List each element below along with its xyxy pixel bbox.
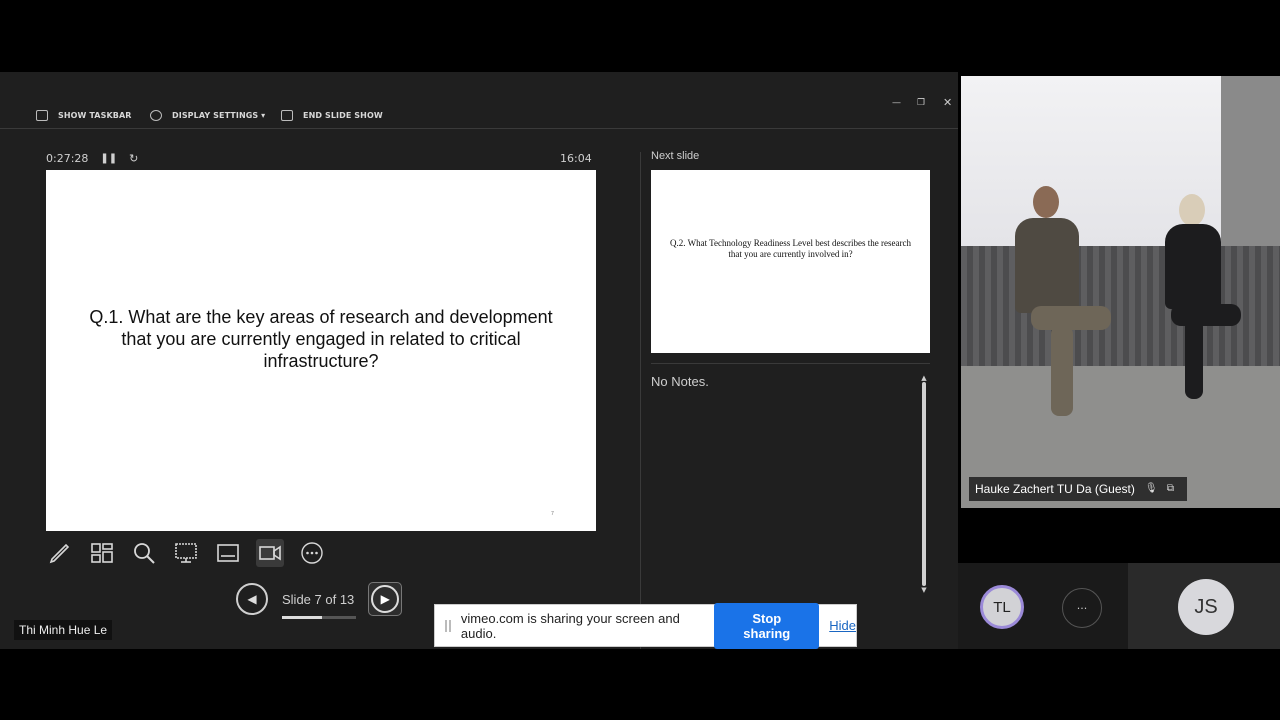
restore-icon[interactable]: ❐	[917, 98, 925, 108]
screen-share-icon: ⧉	[1166, 483, 1174, 494]
elapsed-timer: 0:27:28 ❚❚ ↻	[46, 152, 139, 165]
more-options-icon[interactable]	[298, 539, 326, 567]
scroll-up-icon[interactable]: ▲	[919, 374, 929, 382]
end-slide-show-button[interactable]: END SLIDE SHOW	[281, 108, 383, 122]
scroll-down-icon[interactable]: ▼	[919, 586, 929, 594]
previous-slide-button[interactable]: ◀	[236, 583, 268, 615]
current-slide[interactable]: Q.1. What are the key areas of research …	[46, 170, 596, 531]
slide-progress-fill	[282, 615, 322, 619]
chevron-right-icon: ▶	[380, 592, 390, 606]
presenter-view-window: SHOW TASKBAR DISPLAY SETTINGS ▾ END SLID…	[0, 72, 958, 649]
slide-progress-bar	[282, 615, 356, 619]
current-slide-text: Q.1. What are the key areas of research …	[89, 307, 553, 371]
stop-sharing-button[interactable]: Stop sharing	[714, 602, 820, 649]
notes-scrollbar[interactable]: ▲ ▼	[919, 374, 929, 594]
presenter-toolbar: SHOW TASKBAR DISPLAY SETTINGS ▾ END SLID…	[0, 72, 958, 129]
presenter-tools	[46, 538, 326, 568]
close-icon[interactable]: ✕	[943, 96, 952, 109]
hide-link[interactable]: Hide	[829, 618, 856, 633]
show-taskbar-button[interactable]: SHOW TASKBAR	[36, 108, 132, 122]
subtitles-icon[interactable]	[214, 539, 242, 567]
next-slide-preview[interactable]: Q.2. What Technology Readiness Level bes…	[651, 170, 930, 353]
notes-divider	[651, 363, 930, 364]
taskbar-icon	[36, 109, 48, 121]
scroll-thumb[interactable]	[922, 382, 926, 586]
participant-strip: TL ··· JS	[958, 563, 1280, 649]
clock: 16:04	[560, 152, 592, 165]
reset-timer-icon[interactable]: ↻	[129, 152, 138, 165]
participant-tile-js[interactable]: JS	[1128, 563, 1280, 649]
avatar-tl[interactable]: TL	[980, 585, 1024, 629]
zoom-icon[interactable]	[130, 539, 158, 567]
participant-name-tag: Hauke Zachert TU Da (Guest) 🎙 ⧉	[969, 477, 1187, 501]
current-slide-number: 7	[550, 511, 554, 517]
end-show-icon	[281, 109, 293, 121]
pen-icon[interactable]	[46, 539, 74, 567]
camera-icon[interactable]	[256, 539, 284, 567]
black-screen-icon[interactable]	[172, 539, 200, 567]
display-settings-icon	[150, 109, 162, 121]
participant-video[interactable]: Hauke Zachert TU Da (Guest) 🎙 ⧉	[961, 76, 1280, 508]
presenter-name-label: Thi Minh Hue Le	[14, 620, 113, 640]
next-slide-label: Next slide	[651, 150, 700, 162]
next-slide-button[interactable]: ▶	[368, 582, 403, 616]
mic-muted-icon: 🎙	[1144, 483, 1158, 494]
minimize-icon[interactable]: —	[892, 98, 901, 108]
screen-share-banner: vimeo.com is sharing your screen and aud…	[434, 602, 857, 649]
panel-divider	[640, 152, 641, 649]
slide-navigation: ◀ Slide 7 of 13 ▶	[236, 582, 403, 619]
pause-icon[interactable]: ❚❚	[100, 153, 117, 164]
speaker-notes: No Notes.	[651, 374, 709, 389]
slide-counter[interactable]: Slide 7 of 13	[282, 592, 356, 619]
screen: SHOW TASKBAR DISPLAY SETTINGS ▾ END SLID…	[0, 0, 1280, 720]
more-participants-button[interactable]: ···	[1062, 588, 1102, 628]
avatar-js: JS	[1178, 579, 1234, 635]
next-slide-text: Q.2. What Technology Readiness Level bes…	[670, 238, 911, 259]
all-slides-icon[interactable]	[88, 539, 116, 567]
drag-handle-icon[interactable]	[445, 619, 451, 632]
share-message: vimeo.com is sharing your screen and aud…	[460, 610, 680, 641]
display-settings-button[interactable]: DISPLAY SETTINGS ▾	[150, 108, 265, 122]
chevron-left-icon: ◀	[247, 592, 257, 606]
